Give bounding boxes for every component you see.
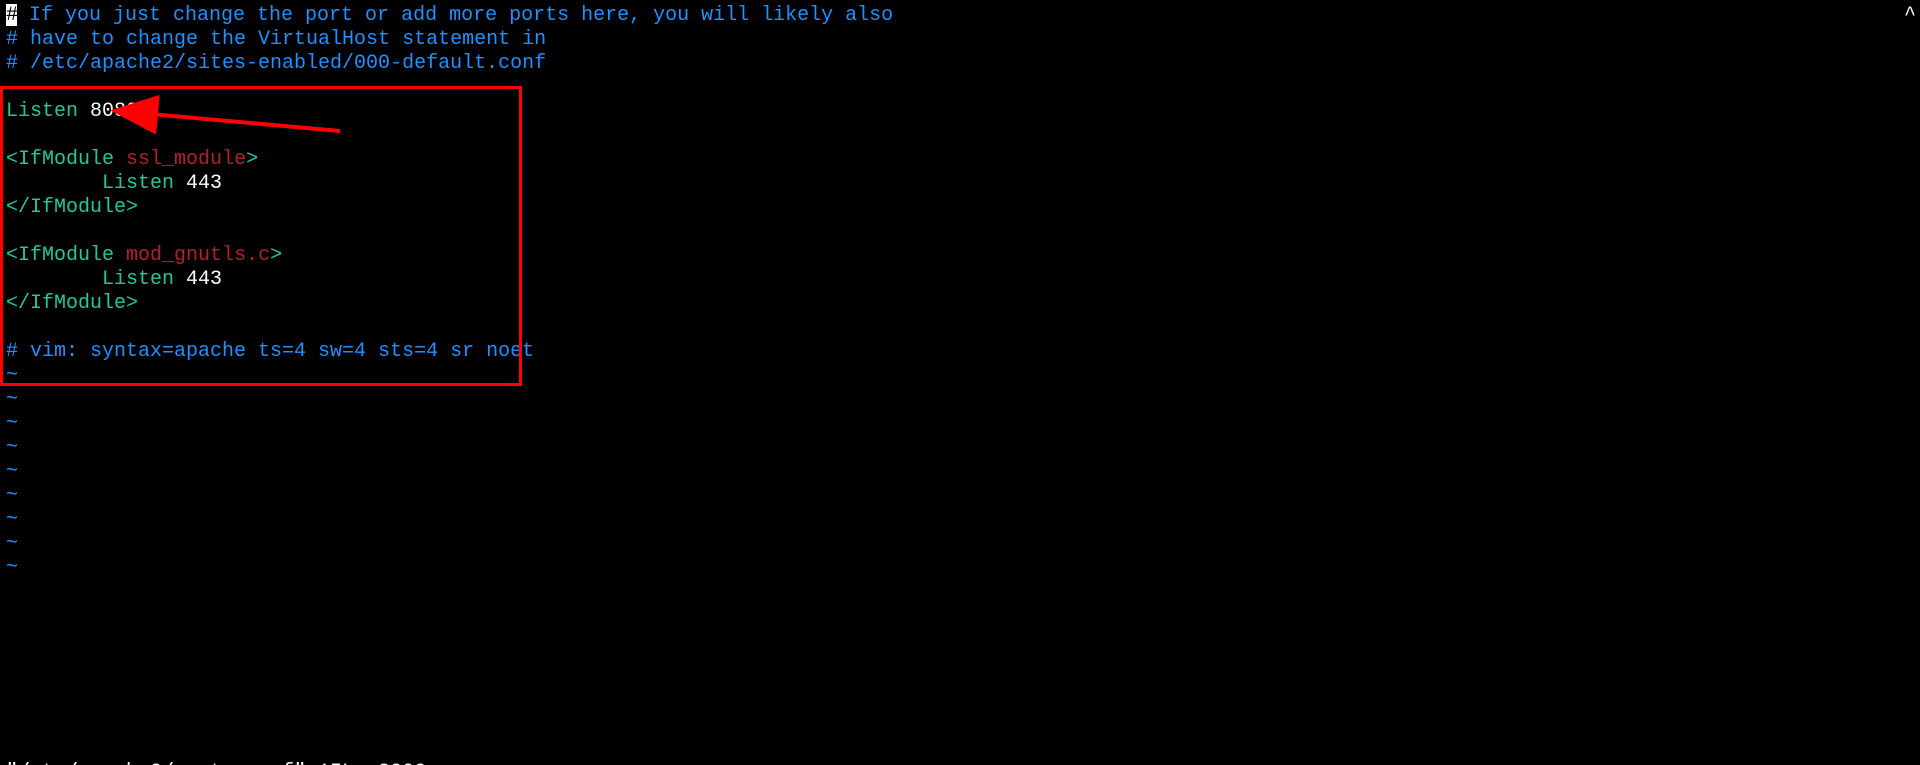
code-line: Listen 443 — [6, 172, 1914, 196]
eob-line: ~ — [6, 556, 1914, 580]
listen-keyword: Listen — [6, 100, 78, 123]
blank-line — [6, 76, 1914, 100]
listen-keyword: Listen — [102, 172, 174, 195]
cursor: # — [6, 4, 17, 26]
listen-port: 8080 — [90, 100, 138, 123]
scroll-indicator: ^ — [1904, 4, 1916, 28]
listen-port: 443 — [186, 268, 222, 291]
eob-line: ~ — [6, 508, 1914, 532]
code-line: <IfModule ssl_module> — [6, 148, 1914, 172]
eob-line: ~ — [6, 412, 1914, 436]
eob-line: ~ — [6, 484, 1914, 508]
code-line: </IfModule> — [6, 292, 1914, 316]
ifmodule-open: IfModule — [18, 148, 114, 171]
ifmodule-close: IfModule — [30, 196, 126, 219]
eob-line: ~ — [6, 532, 1914, 556]
code-line: # If you just change the port or add mor… — [6, 4, 1914, 28]
comment-text: If you just change the port or add more … — [17, 4, 893, 27]
blank-line — [6, 220, 1914, 244]
code-line: Listen 8080 — [6, 100, 1914, 124]
listen-port: 443 — [186, 172, 222, 195]
blank-line — [6, 316, 1914, 340]
module-name: mod_gnutls.c — [126, 244, 270, 267]
code-line: <IfModule mod_gnutls.c> — [6, 244, 1914, 268]
code-line: </IfModule> — [6, 196, 1914, 220]
status-file: "/etc/apache2/ports.conf" 15L, 322C — [6, 761, 426, 765]
code-line: # /etc/apache2/sites-enabled/000-default… — [6, 52, 1914, 76]
vim-status-bar: "/etc/apache2/ports.conf" 15L, 322C 1,1 … — [6, 737, 1914, 761]
ifmodule-open: IfModule — [18, 244, 114, 267]
eob-line: ~ — [6, 364, 1914, 388]
listen-keyword: Listen — [102, 268, 174, 291]
blank-line — [6, 124, 1914, 148]
code-line: # vim: syntax=apache ts=4 sw=4 sts=4 sr … — [6, 340, 1914, 364]
eob-line: ~ — [6, 388, 1914, 412]
vim-modeline: # vim: syntax=apache ts=4 sw=4 sts=4 sr … — [6, 340, 534, 363]
eob-line: ~ — [6, 436, 1914, 460]
module-name: ssl_module — [126, 148, 246, 171]
eob-line: ~ — [6, 460, 1914, 484]
comment-text: # have to change the VirtualHost stateme… — [6, 28, 546, 51]
comment-text: # /etc/apache2/sites-enabled/000-default… — [6, 52, 546, 75]
code-line: Listen 443 — [6, 268, 1914, 292]
ifmodule-close: IfModule — [30, 292, 126, 315]
vim-terminal[interactable]: # If you just change the port or add mor… — [0, 0, 1920, 765]
code-line: # have to change the VirtualHost stateme… — [6, 28, 1914, 52]
